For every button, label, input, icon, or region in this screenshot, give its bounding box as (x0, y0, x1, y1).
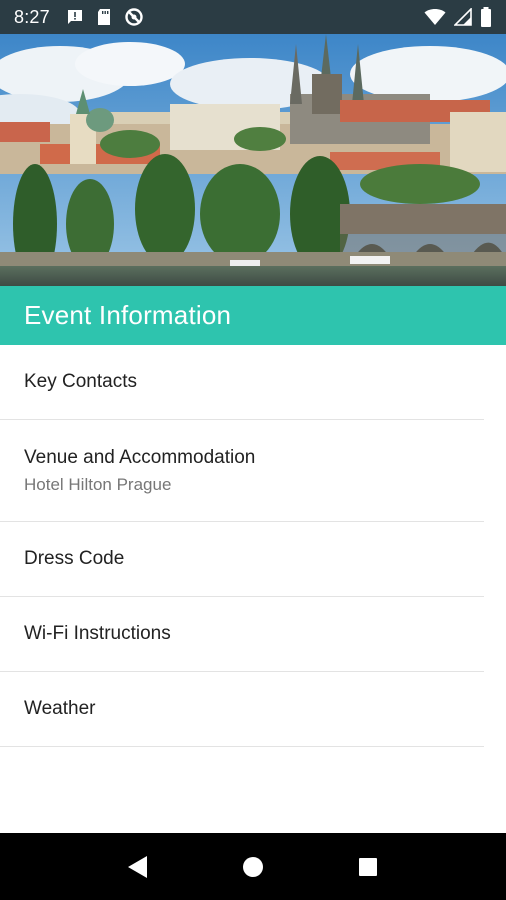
list-item-title: Weather (24, 698, 96, 719)
header-bar: Event Information (0, 286, 506, 345)
list-item-key-contacts[interactable]: Key Contacts (0, 345, 484, 420)
recents-button[interactable] (348, 847, 388, 887)
prague-castle-photo (0, 34, 506, 286)
home-button[interactable] (233, 847, 273, 887)
list-item-title: Dress Code (24, 548, 125, 569)
list-item-title: Wi-Fi Instructions (24, 623, 171, 644)
back-button[interactable] (118, 847, 158, 887)
sd-card-icon (96, 8, 112, 26)
message-notification-icon (66, 8, 84, 26)
home-icon (242, 856, 263, 877)
recents-icon (359, 857, 378, 876)
list-item-weather[interactable]: Weather (0, 672, 484, 747)
list-item-title: Venue and Accommodation (24, 446, 256, 468)
list-item-dress-code[interactable]: Dress Code (0, 522, 484, 597)
wifi-icon (424, 8, 446, 26)
list-item-wifi-instructions[interactable]: Wi-Fi Instructions (0, 597, 484, 672)
system-status-icons (424, 7, 492, 27)
status-bar: 8:27 (0, 0, 506, 34)
status-time: 8:27 (14, 6, 50, 27)
cellular-signal-icon (454, 8, 472, 26)
back-icon (127, 855, 147, 878)
list-item-venue-accommodation[interactable]: Venue and Accommodation Hotel Hilton Pra… (0, 420, 484, 522)
battery-icon (480, 7, 492, 27)
event-info-list: Key Contacts Venue and Accommodation Hot… (0, 345, 506, 747)
notification-icons (66, 7, 144, 27)
hero-image (0, 34, 506, 286)
system-navigation-bar (0, 833, 506, 900)
list-item-title: Key Contacts (24, 371, 137, 392)
page-title: Event Information (24, 300, 232, 330)
blocked-icon (124, 7, 144, 27)
list-item-subtitle: Hotel Hilton Prague (24, 474, 172, 494)
